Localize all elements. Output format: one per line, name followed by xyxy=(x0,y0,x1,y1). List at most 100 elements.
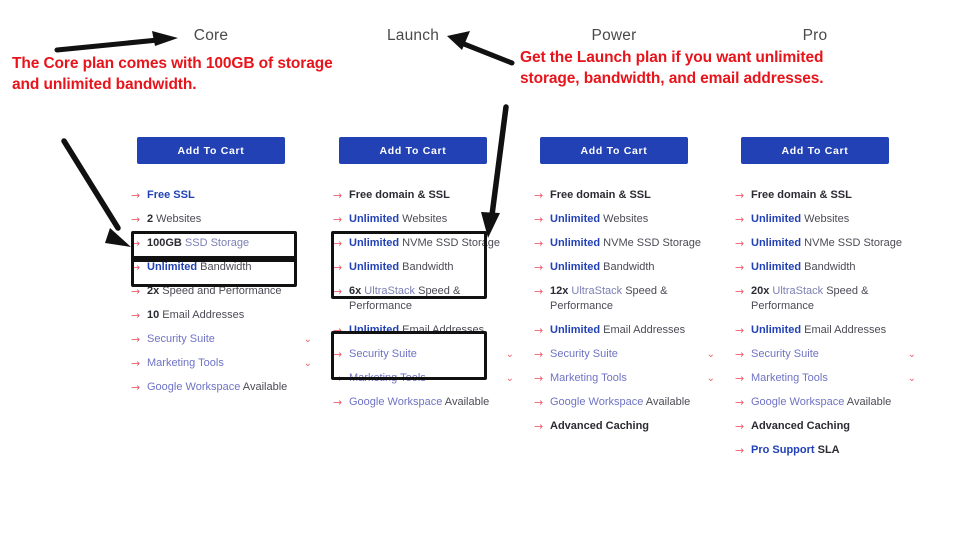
arrow-bullet-icon: → xyxy=(735,444,745,457)
feature-item: → Google Workspace Available xyxy=(333,395,508,410)
arrow-bullet-icon: → xyxy=(735,420,745,433)
feature-item: → Free domain & SSL xyxy=(735,188,910,203)
feature-item[interactable]: → Security Suite ⌄ xyxy=(735,347,916,362)
chevron-down-icon[interactable]: ⌄ xyxy=(908,372,916,385)
feature-item: → Unlimited Websites xyxy=(333,212,508,227)
feature-text: UltraStack xyxy=(568,285,623,297)
feature-item: → 2 Websites xyxy=(131,212,306,227)
feature-item: → Unlimited Email Addresses xyxy=(735,323,910,338)
feature-item: → Free domain & SSL xyxy=(333,188,508,203)
feature-text: Security Suite xyxy=(550,348,618,360)
feature-text: Bandwidth xyxy=(600,261,655,273)
arrow-bullet-icon: → xyxy=(534,348,544,361)
arrow-bullet-icon: → xyxy=(333,189,343,202)
arrow-bullet-icon: → xyxy=(735,324,745,337)
feature-text: Marketing Tools xyxy=(751,372,828,384)
arrow-bullet-icon: → xyxy=(534,189,544,202)
feature-text: Marketing Tools xyxy=(550,372,627,384)
feature-item: → Google Workspace Available xyxy=(534,395,709,410)
plan-title-core: Core xyxy=(193,27,229,44)
chevron-down-icon[interactable]: ⌄ xyxy=(304,357,312,370)
arrow-bullet-icon: → xyxy=(735,285,745,298)
feature-item[interactable]: → Marketing Tools ⌄ xyxy=(534,371,715,386)
arrow-bullet-icon: → xyxy=(131,189,141,202)
chevron-down-icon[interactable]: ⌄ xyxy=(506,372,514,385)
feature-text: Unlimited xyxy=(751,324,802,336)
feature-text: Google Workspace xyxy=(751,396,845,408)
feature-item: → Pro Support SLA xyxy=(735,443,910,458)
feature-item[interactable]: → Security Suite ⌄ xyxy=(534,347,715,362)
feature-text: Google Workspace xyxy=(147,381,241,393)
feature-item: → Google Workspace Available xyxy=(735,395,910,410)
feature-item: → Unlimited Websites xyxy=(735,212,910,227)
arrow-bullet-icon: → xyxy=(534,213,544,226)
feature-text: Websites xyxy=(399,213,448,225)
arrow-bullet-icon: → xyxy=(534,372,544,385)
launch-storage-bandwidth-highlight xyxy=(331,231,487,299)
arrow-bullet-icon: → xyxy=(735,396,745,409)
feature-item: → Free domain & SSL xyxy=(534,188,709,203)
arrow-bullet-icon: → xyxy=(735,237,745,250)
feature-item[interactable]: → Security Suite ⌄ xyxy=(131,332,312,347)
feature-text: Unlimited xyxy=(751,261,802,273)
arrow-bullet-icon: → xyxy=(131,381,141,394)
feature-item: → Unlimited Bandwidth xyxy=(534,260,709,275)
arrow-bullet-icon: → xyxy=(534,396,544,409)
plan-title-power: Power xyxy=(591,27,637,44)
feature-item: → 12x UltraStack Speed & Performance xyxy=(534,284,709,314)
feature-text: Unlimited xyxy=(550,213,601,225)
feature-text: Advanced Caching xyxy=(550,420,650,432)
feature-text: Websites xyxy=(600,213,649,225)
feature-text: Free SSL xyxy=(147,189,195,201)
feature-list: → Free domain & SSL → Unlimited Websites → Un… xyxy=(735,188,916,467)
chevron-down-icon[interactable]: ⌄ xyxy=(304,333,312,346)
add-to-cart-button-launch[interactable]: Add To Cart xyxy=(339,137,487,164)
feature-text: 20x xyxy=(751,285,770,297)
arrow-bullet-icon: → xyxy=(735,189,745,202)
chevron-down-icon[interactable]: ⌄ xyxy=(506,348,514,361)
feature-item[interactable]: → Marketing Tools ⌄ xyxy=(131,356,312,371)
feature-text: Websites xyxy=(153,213,202,225)
feature-text: Email Addresses xyxy=(600,324,686,336)
feature-list: → Free SSL → 2 Websites → 100GB SSD Storage → U… xyxy=(131,188,312,404)
feature-text: Free domain & SSL xyxy=(349,189,450,201)
feature-item: → Unlimited Websites xyxy=(534,212,709,227)
feature-text: Available xyxy=(643,396,691,408)
arrow-bullet-icon: → xyxy=(534,285,544,298)
plan-title-pro: Pro xyxy=(802,27,828,44)
feature-list: → Free domain & SSL → Unlimited Websites → Un… xyxy=(333,188,514,419)
arrow-bullet-icon: → xyxy=(131,333,141,346)
chevron-down-icon[interactable]: ⌄ xyxy=(908,348,916,361)
feature-item: → Advanced Caching xyxy=(735,419,910,434)
feature-text: Pro Support xyxy=(751,444,815,456)
feature-text: Free domain & SSL xyxy=(550,189,651,201)
feature-text: Marketing Tools xyxy=(147,357,224,369)
feature-text: Security Suite xyxy=(147,333,215,345)
chevron-down-icon[interactable]: ⌄ xyxy=(707,372,715,385)
arrow-bullet-icon: → xyxy=(735,261,745,274)
add-to-cart-button-power[interactable]: Add To Cart xyxy=(540,137,688,164)
feature-item[interactable]: → Marketing Tools ⌄ xyxy=(735,371,916,386)
feature-item: → Google Workspace Available xyxy=(131,380,306,395)
add-to-cart-button-core[interactable]: Add To Cart xyxy=(137,137,285,164)
add-to-cart-button-pro[interactable]: Add To Cart xyxy=(741,137,889,164)
arrow-bullet-icon: → xyxy=(131,309,141,322)
feature-text: Bandwidth xyxy=(801,261,856,273)
feature-text: Unlimited xyxy=(550,261,601,273)
chevron-down-icon[interactable]: ⌄ xyxy=(707,348,715,361)
arrow-bullet-icon: → xyxy=(534,237,544,250)
feature-item: → Free SSL xyxy=(131,188,306,203)
feature-text: 12x xyxy=(550,285,569,297)
feature-text: Email Addresses xyxy=(801,324,887,336)
arrow-bullet-icon: → xyxy=(534,261,544,274)
feature-text: Unlimited xyxy=(550,237,601,249)
arrow-bullet-icon: → xyxy=(534,420,544,433)
feature-text: NVMe SSD Storage xyxy=(600,237,701,249)
annotation-launch-note: Get the Launch plan if you want unlimite… xyxy=(520,49,824,87)
feature-text: Advanced Caching xyxy=(751,420,851,432)
feature-item: → Unlimited NVMe SSD Storage xyxy=(534,236,709,251)
feature-text: Unlimited xyxy=(751,237,802,249)
feature-text: SLA xyxy=(814,444,840,456)
feature-text: Available xyxy=(240,381,288,393)
feature-text: NVMe SSD Storage xyxy=(801,237,902,249)
